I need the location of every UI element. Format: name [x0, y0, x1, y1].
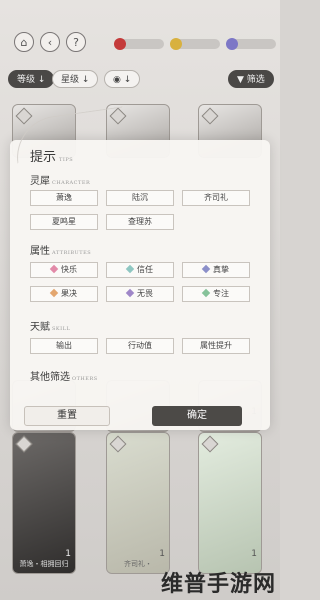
joy-gem-icon [49, 264, 59, 274]
back-icon[interactable]: ‹ [40, 32, 60, 52]
resource-counter-2[interactable] [170, 38, 220, 50]
section-attributes-title: 属性 ATTRIBUTES [30, 242, 91, 257]
section-character-sub: CHARACTER [52, 180, 91, 186]
section-character-label: 灵犀 [30, 176, 50, 187]
section-others-sub: OTHERS [72, 376, 98, 382]
filter-dialog: 提示 TIPS 灵犀 CHARACTER 萧逸 陆沉 齐司礼 夏鸣星 查理苏 属性 A… [10, 106, 270, 430]
dialog-title: 提示 TIPS [30, 146, 73, 165]
funnel-icon: ▼ [237, 75, 244, 85]
attr-label: 无畏 [137, 289, 153, 298]
attr-label: 专注 [213, 289, 229, 298]
reset-button[interactable]: 重置 [24, 406, 110, 426]
option-character-3[interactable]: 齐司礼 [182, 190, 250, 206]
focus-gem-icon [201, 288, 211, 298]
card-name: 萧逸・相拥回归 [19, 560, 69, 568]
option-attr-sincere[interactable]: 真挚 [182, 262, 250, 278]
filter-button[interactable]: ▼ 筛选 [228, 70, 274, 88]
card-name: 齐司礼・ [124, 560, 152, 568]
section-character-title: 灵犀 CHARACTER [30, 172, 90, 187]
option-attr-joy[interactable]: 快乐 [30, 262, 98, 278]
card-9[interactable]: 1 [198, 432, 262, 574]
attr-label: 快乐 [61, 265, 77, 274]
card-7[interactable]: 1 萧逸・相拥回归 [12, 432, 76, 574]
star-dropdown[interactable]: 星级 ↓ [52, 70, 99, 88]
trust-gem-icon [125, 264, 135, 274]
gold-icon [170, 38, 182, 50]
option-attr-fearless[interactable]: 无畏 [106, 286, 174, 302]
section-others-title: 其他筛选 OTHERS [30, 368, 98, 383]
ruby-icon [114, 38, 126, 50]
dialog-title-sub: TIPS [59, 157, 74, 163]
option-attr-decisive[interactable]: 果决 [30, 286, 98, 302]
section-attributes-sub: ATTRIBUTES [52, 250, 92, 256]
fearless-gem-icon [125, 288, 135, 298]
option-skill-boost[interactable]: 属性提升 [182, 338, 250, 354]
top-bar: ⌂ ‹ ? [0, 26, 280, 60]
filter-label: 筛选 [246, 75, 265, 85]
option-character-4[interactable]: 夏鸣星 [30, 214, 98, 230]
resource-counter-3[interactable] [226, 38, 276, 50]
resource-counter-1[interactable] [114, 38, 164, 50]
option-character-2[interactable]: 陆沉 [106, 190, 174, 206]
option-attr-focus[interactable]: 专注 [182, 286, 250, 302]
dialog-title-text: 提示 [30, 150, 57, 165]
site-watermark: 维普手游网 [160, 572, 276, 597]
card-8[interactable]: 1 齐司礼・ [106, 432, 170, 574]
section-skill-label: 天赋 [30, 322, 50, 333]
card-level: 1 [251, 549, 257, 559]
section-others-label: 其他筛选 [30, 372, 70, 383]
attr-label: 信任 [137, 265, 153, 274]
help-button[interactable]: ? [66, 32, 86, 52]
star-label: 星级 [61, 75, 80, 85]
attribute-dropdown[interactable]: ◉ ↓ [104, 70, 141, 88]
sort-label: 等级 [17, 75, 36, 85]
option-attr-trust[interactable]: 信任 [106, 262, 174, 278]
decisive-gem-icon [49, 288, 59, 298]
card-level: 1 [159, 549, 165, 559]
sort-dropdown[interactable]: 等级 ↓ [8, 70, 55, 88]
option-character-5[interactable]: 查理苏 [106, 214, 174, 230]
confirm-button[interactable]: 确定 [152, 406, 242, 426]
section-skill-sub: SKILL [52, 326, 71, 332]
home-icon[interactable]: ⌂ [14, 32, 34, 52]
sort-filter-bar: 等级 ↓ 星级 ↓ ◉ ↓ ▼ 筛选 [0, 70, 280, 90]
attr-label: 真挚 [213, 265, 229, 274]
crystal-icon [226, 38, 238, 50]
card-level: 1 [65, 549, 71, 559]
option-character-1[interactable]: 萧逸 [30, 190, 98, 206]
option-skill-action[interactable]: 行动值 [106, 338, 174, 354]
section-skill-title: 天赋 SKILL [30, 318, 70, 333]
sincere-gem-icon [201, 264, 211, 274]
attr-label: 果决 [61, 289, 77, 298]
section-attributes-label: 属性 [30, 246, 50, 257]
option-skill-output[interactable]: 输出 [30, 338, 98, 354]
